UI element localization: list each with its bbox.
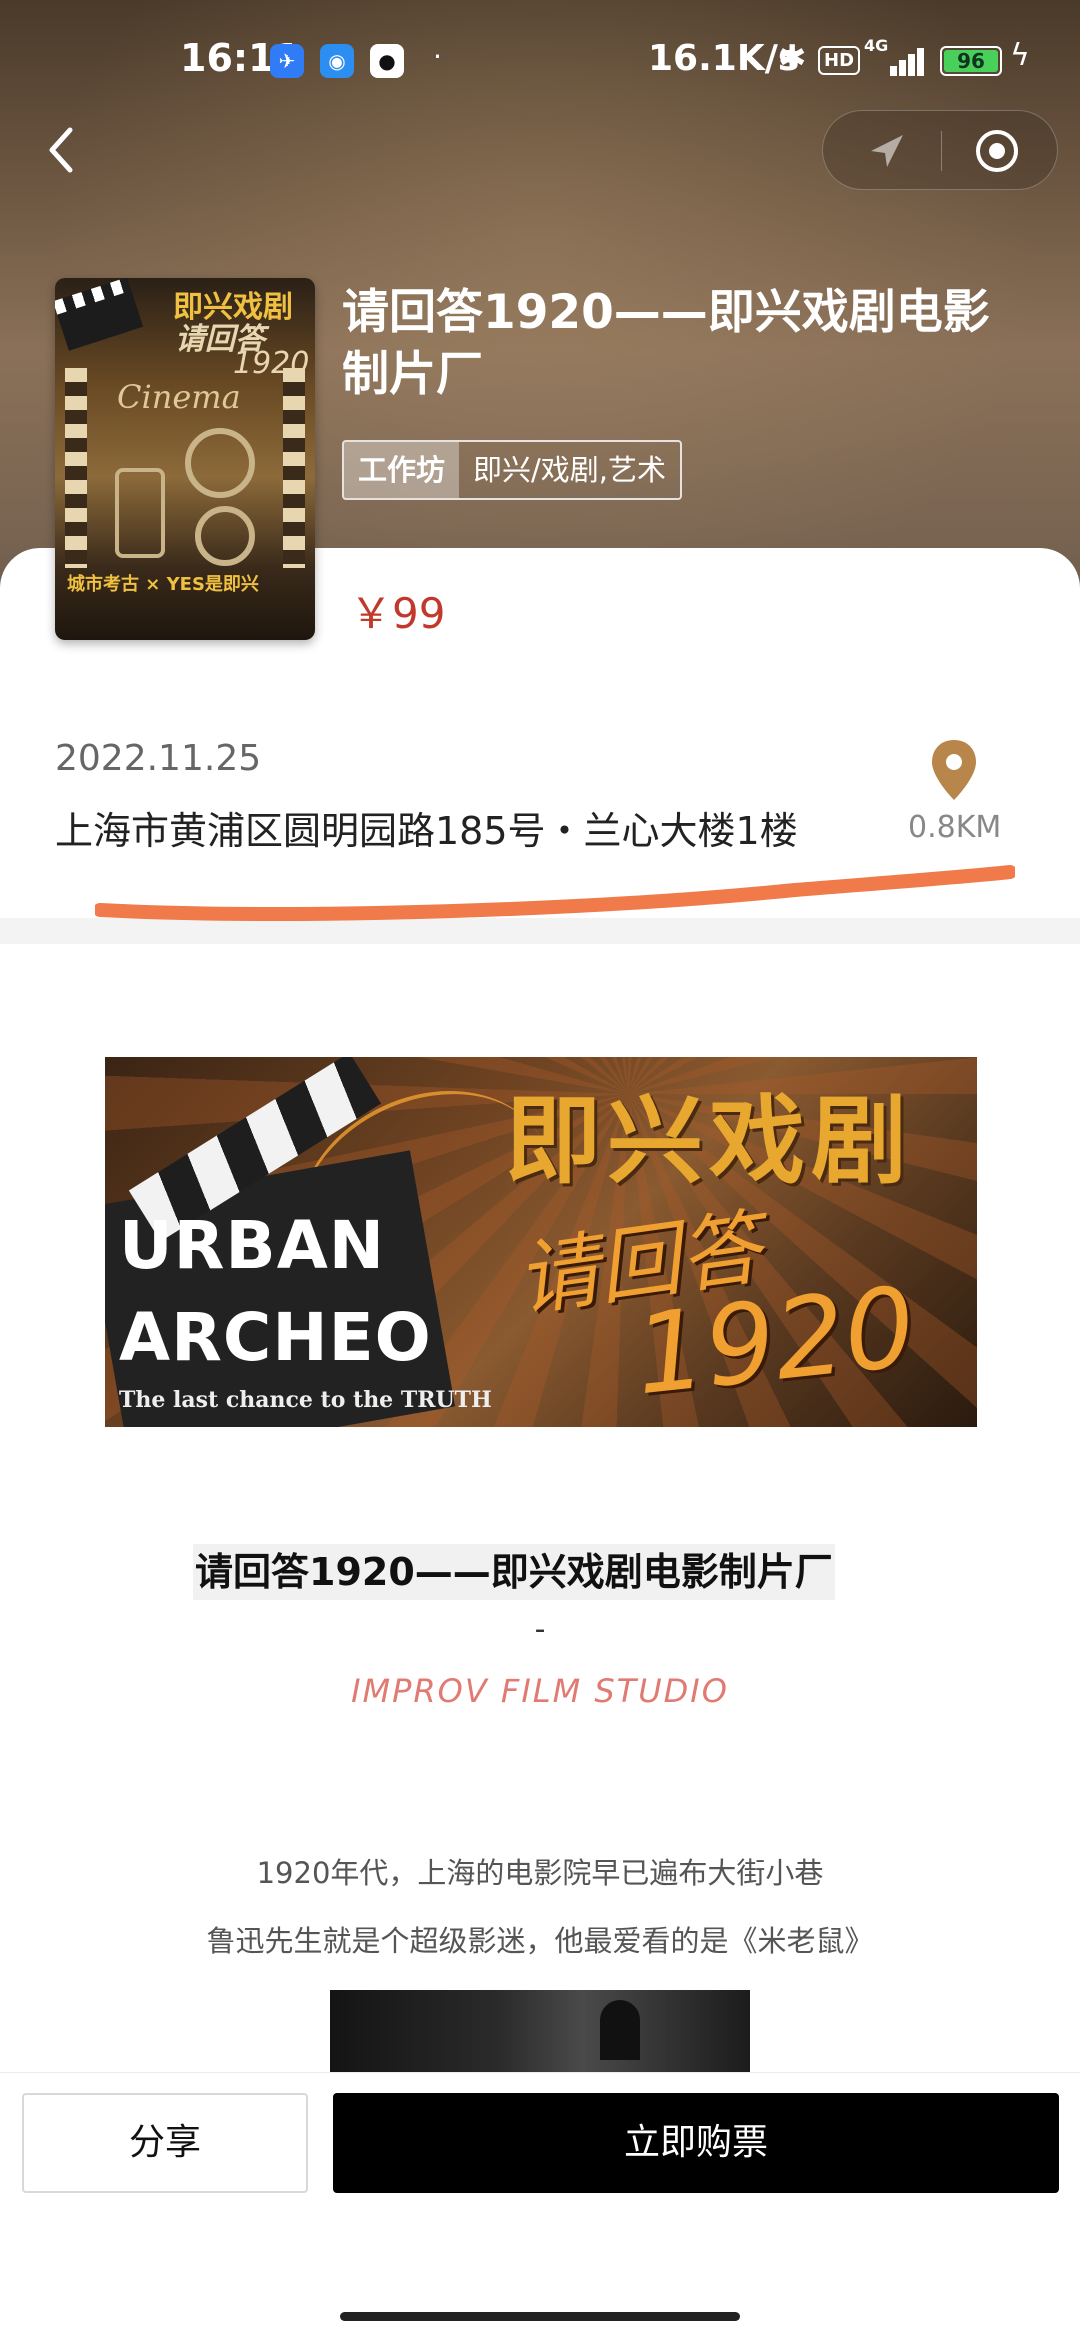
event-price: ￥99 xyxy=(350,589,446,638)
clapperboard-graphic xyxy=(55,278,144,351)
film-strip-right xyxy=(283,368,305,568)
banner-zh-title: 即兴戏剧 xyxy=(505,1085,913,1197)
film-strip-left xyxy=(65,368,87,568)
content-paragraph-2: 鲁迅先生就是个超级影迷，他最爱看的是《米老鼠》 xyxy=(206,1924,874,1958)
bluetooth-icon: ✱ xyxy=(778,38,807,78)
mini-program-capsule xyxy=(822,110,1058,190)
location-arrow-icon[interactable] xyxy=(863,129,909,175)
more-notifications-dot: · xyxy=(433,40,442,73)
qq-icon: ● xyxy=(370,44,404,78)
record-target-icon[interactable] xyxy=(973,127,1021,175)
home-indicator[interactable] xyxy=(340,2312,740,2321)
app-notification-icon: ✈ xyxy=(270,44,304,78)
back-chevron-icon[interactable] xyxy=(40,118,90,178)
content-separator: - xyxy=(534,1612,546,1647)
event-title: 请回答1920——即兴戏剧电影制片厂 xyxy=(342,285,990,402)
capsule-divider xyxy=(941,131,942,171)
map-pin-icon[interactable] xyxy=(928,738,980,802)
event-distance: 0.8KM xyxy=(908,810,1002,845)
status-bar: 16:11 ✈ ◉ ● · 16.1K/s ✱ HD 4G 96 ϟ xyxy=(0,30,1080,90)
battery-level: 96 xyxy=(944,50,998,72)
film-reel-top xyxy=(185,428,255,498)
content-heading: 请回答1920——即兴戏剧电影制片厂 xyxy=(193,1544,835,1600)
event-banner-image: URBAN ARCHEO The last chance to the TRUT… xyxy=(105,1057,977,1427)
tag-category: 工作坊 xyxy=(344,442,460,498)
banner-line1: URBAN xyxy=(119,1207,386,1284)
network-speed: 16.1K/s xyxy=(648,38,800,79)
banner-tagline: The last chance to the TRUTH xyxy=(119,1387,492,1413)
charging-icon: ϟ xyxy=(1010,38,1030,73)
radio-app-icon: ◉ xyxy=(320,44,354,78)
film-reel-bottom xyxy=(195,506,255,566)
event-tags: 工作坊 即兴/戏剧,艺术 xyxy=(342,440,683,500)
poster-footer: 城市考古 × YES是即兴 xyxy=(67,574,259,595)
event-date: 2022.11.25 xyxy=(55,738,262,779)
annotation-underline xyxy=(95,865,1015,921)
hd-indicator: HD xyxy=(818,46,861,75)
event-address[interactable]: 上海市黄浦区圆明园路185号・兰心大楼1楼 xyxy=(55,800,798,855)
share-button[interactable]: 分享 xyxy=(22,2093,308,2193)
content-paragraph-1: 1920年代，上海的电影院早已遍布大街小巷 xyxy=(256,1856,824,1890)
projector-graphic xyxy=(115,468,165,558)
content-subheading: IMPROV FILM STUDIO xyxy=(351,1672,729,1710)
signal-icon: 4G xyxy=(864,36,928,76)
buy-ticket-button[interactable]: 立即购票 xyxy=(333,2093,1059,2193)
event-detail-page: 16:11 ✈ ◉ ● · 16.1K/s ✱ HD 4G 96 ϟ 即兴戏剧 … xyxy=(0,0,1080,2340)
event-poster[interactable]: 即兴戏剧 请回答 1920 Cinema 城市考古 × YES是即兴 xyxy=(55,278,315,640)
battery-icon: 96 xyxy=(940,46,1002,76)
network-type: 4G xyxy=(864,36,889,55)
historical-photo xyxy=(330,1990,750,2072)
poster-script-word: Cinema xyxy=(117,378,241,416)
banner-line2: ARCHEO xyxy=(119,1299,432,1376)
tag-genres: 即兴/戏剧,艺术 xyxy=(473,453,667,487)
